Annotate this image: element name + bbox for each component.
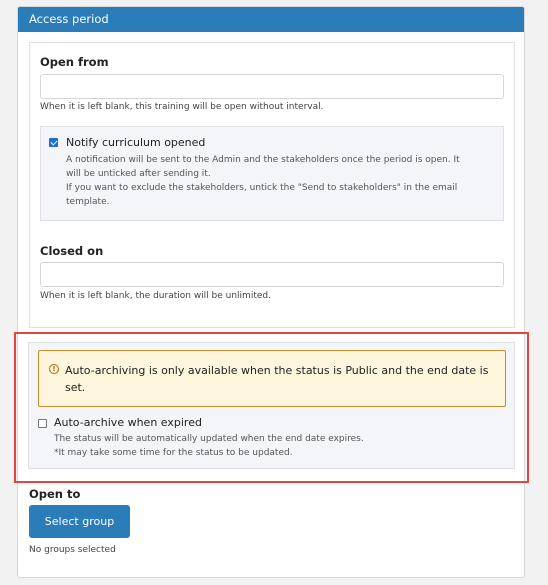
open-to-status: No groups selected [29, 545, 116, 555]
closed-on-help: When it is left blank, the duration will… [40, 291, 271, 301]
notify-desc-line: template. [66, 197, 110, 207]
highlight-frame [14, 332, 529, 483]
open-to-label: Open to [29, 487, 81, 501]
open-from-help: When it is left blank, this training wil… [40, 102, 324, 112]
open-from-label: Open from [40, 55, 109, 69]
notify-desc-line: A notification will be sent to the Admin… [66, 155, 460, 165]
notify-label[interactable]: Notify curriculum opened [66, 136, 205, 149]
open-from-input[interactable] [40, 74, 504, 99]
closed-on-label: Closed on [40, 244, 104, 258]
panel-header: Access period [18, 7, 524, 32]
notify-desc-line: If you want to exclude the stakeholders,… [66, 183, 458, 193]
closed-on-input[interactable] [40, 262, 504, 287]
notify-description: A notification will be sent to the Admin… [66, 153, 460, 209]
notify-desc-line: will be unticked after sending it. [66, 169, 211, 179]
select-group-button[interactable]: Select group [29, 505, 130, 538]
notify-checkbox[interactable] [49, 138, 58, 147]
